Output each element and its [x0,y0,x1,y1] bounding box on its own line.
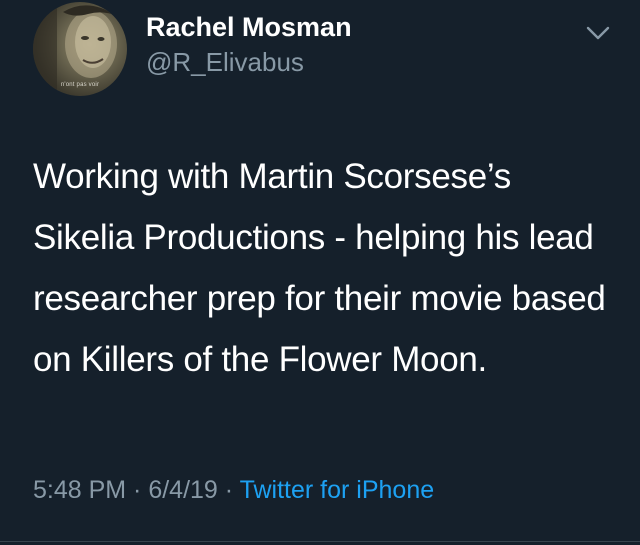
chevron-down-icon[interactable] [584,22,612,44]
author-handle[interactable]: @R_Elivabus [146,47,304,78]
tweet-time[interactable]: 5:48 PM [33,476,126,504]
tweet-date[interactable]: 6/4/19 [148,476,218,504]
avatar-caption: n'ont pas voir [60,82,100,88]
tweet-meta: 5:48 PM · 6/4/19 · Twitter for iPhone [33,476,434,505]
meta-separator: · [217,476,240,504]
tweet-card: n'ont pas voir Rachel Mosman @R_Elivabus… [0,0,640,545]
tweet-source-link[interactable]: Twitter for iPhone [240,476,435,504]
author-display-name[interactable]: Rachel Mosman [146,12,352,43]
divider [0,541,640,542]
tweet-text: Working with Martin Scorsese’s Sikelia P… [33,157,606,379]
meta-separator: · [126,476,149,504]
avatar[interactable]: n'ont pas voir [33,2,127,96]
